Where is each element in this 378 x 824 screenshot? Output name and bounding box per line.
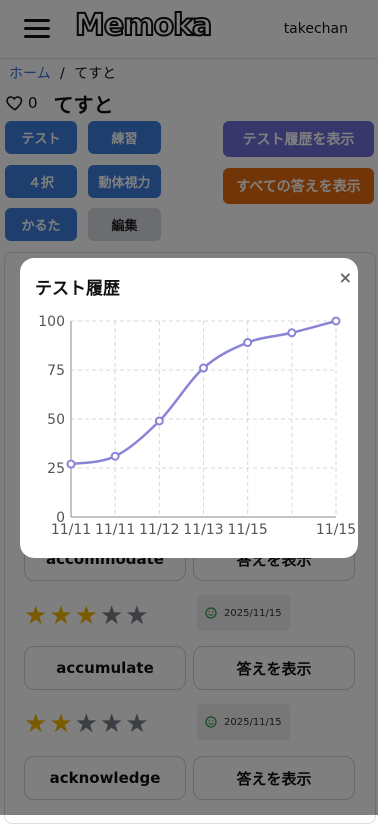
data-point [154,416,164,426]
data-point [199,363,208,373]
x-tick-label: 11/11 [95,522,135,538]
data-point [66,459,76,469]
test-history-modal: テスト履歴 × 0 25 50 75 100 11/11 11/11 11/12 11/13 11… [20,258,358,558]
x-tick-label: 11/15 [316,522,356,538]
x-tick-label: 11/15 [227,522,267,538]
y-tick-label: 50 [47,412,65,428]
x-tick-label: 11/12 [139,522,179,538]
data-point [287,328,297,338]
x-tick-label: 11/13 [183,522,223,538]
x-tick-label: 11/11 [51,522,91,538]
data-point [243,338,253,348]
y-tick-label: 25 [47,461,65,477]
y-tick-label: 75 [47,363,65,379]
test-history-chart: 025507510011/11 11/11 11/12 11/13 11/15 11/15 [38,314,356,538]
data-point [110,451,120,461]
y-tick-label: 100 [38,314,65,330]
data-point [331,316,341,326]
